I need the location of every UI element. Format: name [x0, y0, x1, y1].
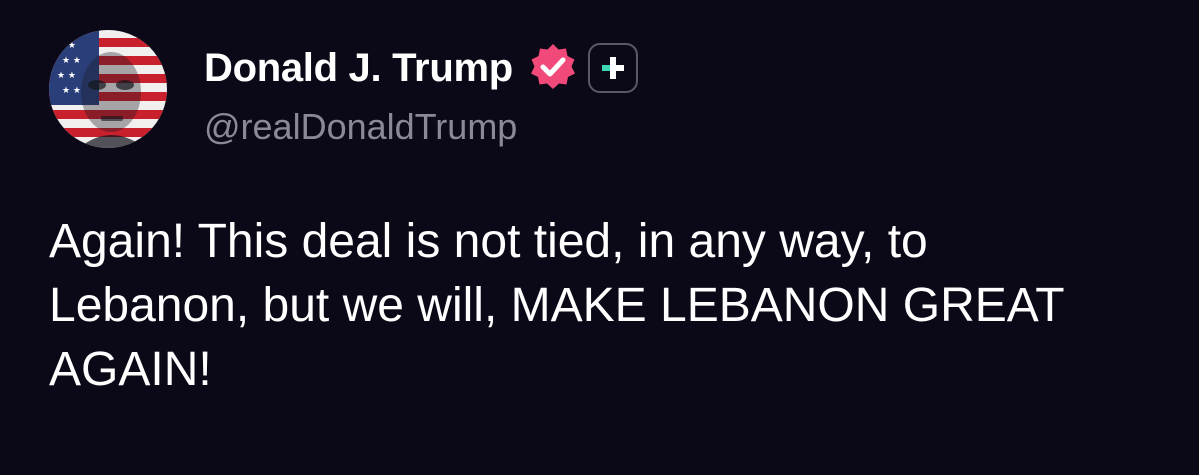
avatar-image: ★ ★ ★ ★ ★ ★ ★ ★	[49, 30, 167, 148]
plus-icon[interactable]	[587, 43, 638, 93]
author-handle[interactable]: @realDonaldTrump	[204, 106, 517, 148]
author-avatar[interactable]: ★ ★ ★ ★ ★ ★ ★ ★	[49, 30, 167, 148]
post-text: Again! This deal is not tied, in any way…	[49, 215, 1065, 396]
author-name-row: Donald J. Trump	[204, 42, 638, 94]
svg-text:★ ★: ★ ★	[62, 56, 81, 66]
author-display-name[interactable]: Donald J. Trump	[204, 46, 513, 91]
svg-text:★ ★: ★ ★	[57, 41, 76, 51]
verified-badge-icon	[526, 41, 580, 95]
post-card: ★ ★ ★ ★ ★ ★ ★ ★ Donald J. Trump @realDon…	[0, 0, 1199, 475]
svg-text:★ ★: ★ ★	[62, 86, 81, 96]
svg-text:★ ★: ★ ★	[57, 71, 76, 81]
